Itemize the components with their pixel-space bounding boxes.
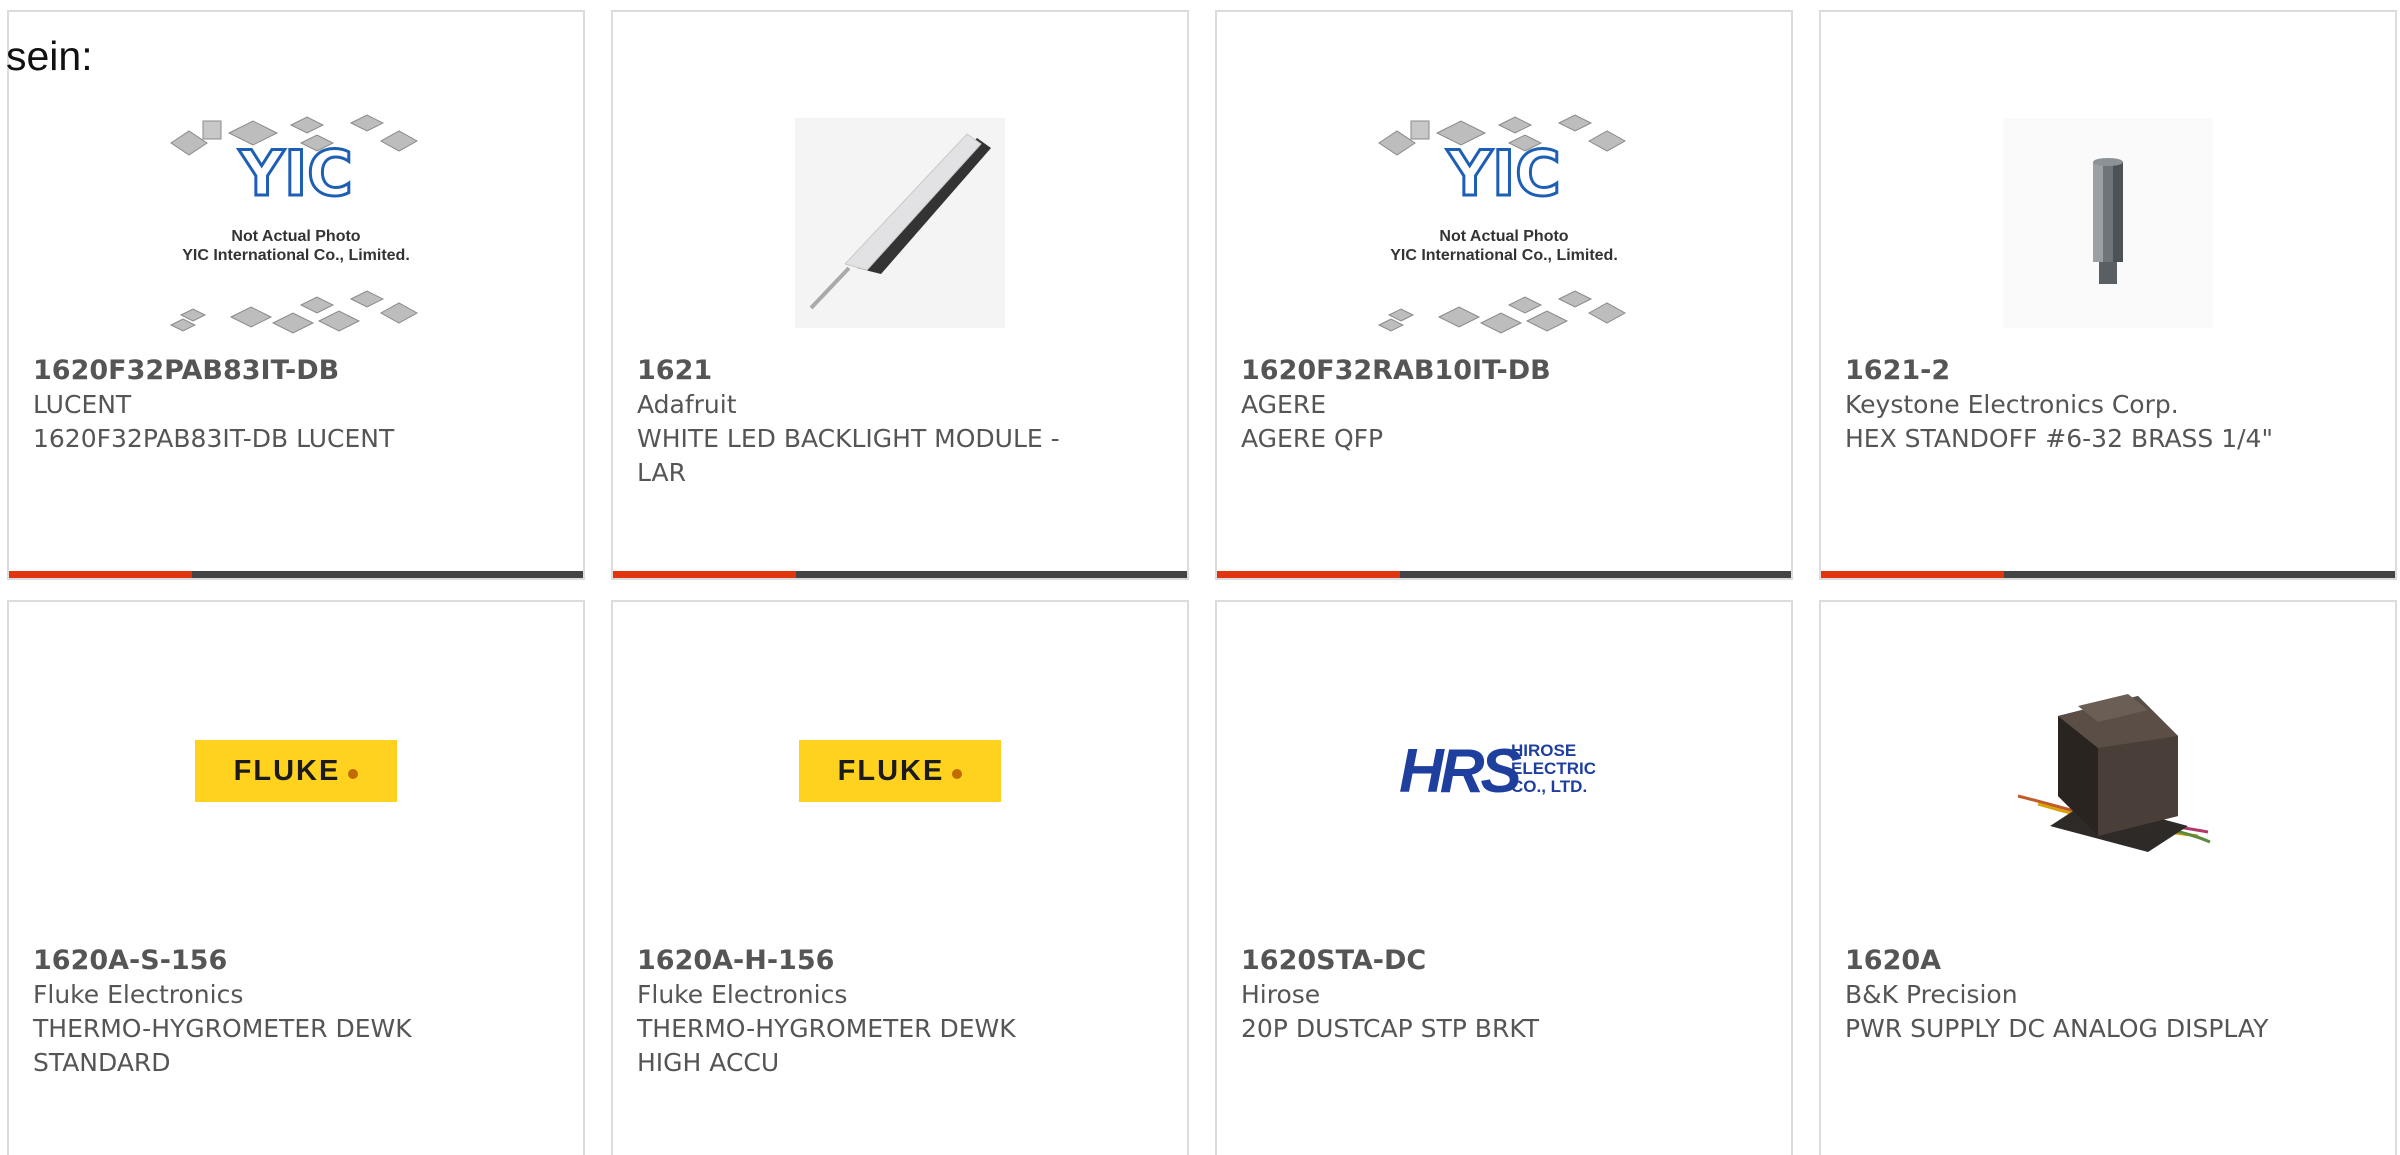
product-info: 1620F32RAB10IT-DB AGERE AGERE QFP	[1241, 354, 1671, 456]
product-description: PWR SUPPLY DC ANALOG DISPLAY	[1845, 1014, 2269, 1043]
card-accent-bar	[1821, 571, 2004, 578]
manufacturer: Adafruit	[637, 390, 737, 419]
transformer-icon	[2017, 694, 2211, 852]
svg-text:YIC International Co., Limited: YIC International Co., Limited.	[182, 247, 410, 264]
manufacturer: Fluke Electronics	[637, 980, 848, 1009]
svg-text:YIC: YIC	[1446, 137, 1560, 210]
section-heading: sein:	[6, 33, 93, 79]
chip-placeholder-icon: YIC Not Actual Photo YIC International C…	[1377, 114, 1627, 334]
product-card[interactable]: 1621-2 Keystone Electronics Corp. HEX ST…	[1819, 10, 2397, 580]
part-number-link[interactable]: 1621-2	[1845, 354, 2275, 388]
card-accent-bar	[1217, 571, 1400, 578]
manufacturer: Hirose	[1241, 980, 1321, 1009]
product-card[interactable]: HRS HIROSE ELECTRIC CO., LTD. 1620STA-DC…	[1215, 600, 1793, 1155]
product-info: 1620A-H-156 Fluke Electronics THERMO-HYG…	[637, 944, 1067, 1080]
manufacturer: AGERE	[1241, 390, 1326, 419]
product-image: FLUKE	[613, 626, 1187, 916]
part-number-link[interactable]: 1620F32RAB10IT-DB	[1241, 354, 1671, 388]
hex-standoff-icon	[2003, 118, 2213, 328]
product-grid-page: sein: YIC Not Actual Photo YIC Internati…	[0, 0, 2400, 1155]
fluke-logo-text: FLUKE	[233, 754, 341, 787]
product-image: YIC Not Actual Photo YIC International C…	[9, 78, 583, 368]
placeholder-company: YIC International Co., Limited.	[1390, 247, 1618, 264]
svg-text:Not Actual Photo: Not Actual Photo	[1439, 228, 1568, 245]
manufacturer: Fluke Electronics	[33, 980, 244, 1009]
card-footer-bar	[613, 571, 1187, 578]
product-image: FLUKE	[9, 626, 583, 916]
product-description: WHITE LED BACKLIGHT MODULE - LAR	[637, 424, 1060, 487]
product-card[interactable]: YIC Not Actual Photo YIC International C…	[7, 10, 585, 580]
part-number-link[interactable]: 1620A-H-156	[637, 944, 1067, 978]
fluke-logo-icon: FLUKE	[799, 740, 1001, 802]
product-description: 1620F32PAB83IT-DB LUCENT	[33, 424, 395, 453]
product-description: AGERE QFP	[1241, 424, 1384, 453]
card-footer-bar	[9, 571, 583, 578]
chip-placeholder-icon: YIC Not Actual Photo YIC International C…	[169, 114, 419, 334]
product-image	[613, 78, 1187, 368]
fluke-logo-text: FLUKE	[837, 754, 945, 787]
product-description: 20P DUSTCAP STP BRKT	[1241, 1014, 1540, 1043]
hirose-logo-line1: HIROSE	[1511, 741, 1576, 760]
product-image: HRS HIROSE ELECTRIC CO., LTD.	[1217, 626, 1791, 916]
product-description: THERMO-HYGROMETER DEWK HIGH ACCU	[637, 1014, 1016, 1077]
hirose-logo-icon: HRS HIROSE ELECTRIC CO., LTD.	[1399, 737, 1596, 806]
hirose-logo-line3: CO., LTD.	[1511, 777, 1587, 796]
product-info: 1620F32PAB83IT-DB LUCENT 1620F32PAB83IT-…	[33, 354, 463, 456]
part-number-link[interactable]: 1620A-S-156	[33, 944, 463, 978]
product-card[interactable]: YIC Not Actual Photo YIC International C…	[1215, 10, 1793, 580]
hirose-logo-line2: ELECTRIC	[1511, 759, 1596, 778]
product-info: 1621-2 Keystone Electronics Corp. HEX ST…	[1845, 354, 2275, 456]
product-description: THERMO-HYGROMETER DEWK STANDARD	[33, 1014, 412, 1077]
product-description: HEX STANDOFF #6-32 BRASS 1/4"	[1845, 424, 2273, 453]
part-number-link[interactable]: 1620F32PAB83IT-DB	[33, 354, 463, 388]
manufacturer: B&K Precision	[1845, 980, 2018, 1009]
card-accent-bar	[613, 571, 796, 578]
product-card[interactable]: FLUKE 1620A-S-156 Fluke Electronics THER…	[7, 600, 585, 1155]
product-image	[1821, 78, 2395, 368]
product-info: 1620A-S-156 Fluke Electronics THERMO-HYG…	[33, 944, 463, 1080]
svg-text:YIC: YIC	[238, 137, 352, 210]
product-info: 1620STA-DC Hirose 20P DUSTCAP STP BRKT	[1241, 944, 1671, 1046]
product-image: YIC Not Actual Photo YIC International C…	[1217, 78, 1791, 368]
product-card[interactable]: FLUKE 1620A-H-156 Fluke Electronics THER…	[611, 600, 1189, 1155]
fluke-logo-icon: FLUKE	[195, 740, 397, 802]
led-backlight-icon	[795, 118, 1005, 328]
hirose-logo-mark: HRS	[1399, 737, 1522, 806]
placeholder-caption: Not Actual Photo	[1439, 228, 1568, 245]
svg-text:YIC International Co., Limited: YIC International Co., Limited.	[1390, 247, 1618, 264]
placeholder-caption: Not Actual Photo	[231, 228, 360, 245]
card-footer-bar	[1821, 571, 2395, 578]
manufacturer: Keystone Electronics Corp.	[1845, 390, 2179, 419]
manufacturer: LUCENT	[33, 390, 132, 419]
product-info: 1621 Adafruit WHITE LED BACKLIGHT MODULE…	[637, 354, 1067, 490]
placeholder-company: YIC International Co., Limited.	[182, 247, 410, 264]
product-card[interactable]: 1621 Adafruit WHITE LED BACKLIGHT MODULE…	[611, 10, 1189, 580]
svg-text:Not Actual Photo: Not Actual Photo	[231, 228, 360, 245]
product-image	[1821, 626, 2395, 916]
product-info: 1620A B&K Precision PWR SUPPLY DC ANALOG…	[1845, 944, 2275, 1046]
card-footer-bar	[1217, 571, 1791, 578]
part-number-link[interactable]: 1620STA-DC	[1241, 944, 1671, 978]
part-number-link[interactable]: 1620A	[1845, 944, 2275, 978]
product-card[interactable]: 1620A B&K Precision PWR SUPPLY DC ANALOG…	[1819, 600, 2397, 1155]
card-accent-bar	[9, 571, 192, 578]
part-number-link[interactable]: 1621	[637, 354, 1067, 388]
